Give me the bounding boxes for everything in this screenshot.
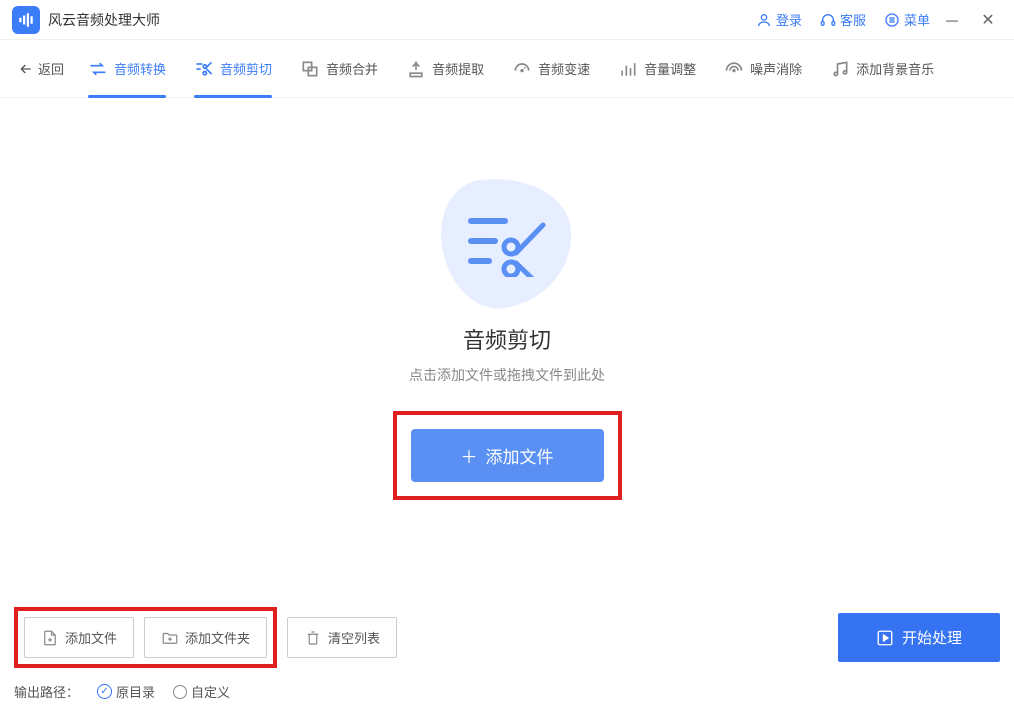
radio-icon bbox=[173, 685, 187, 699]
output-path-label: 输出路径： bbox=[14, 682, 79, 701]
headset-icon bbox=[820, 12, 836, 28]
clear-label: 清空列表 bbox=[328, 628, 380, 647]
menu-icon bbox=[884, 12, 900, 28]
output-original-label: 原目录 bbox=[116, 682, 155, 701]
tab-audio-cut[interactable]: 音频剪切 bbox=[184, 40, 282, 98]
start-process-button[interactable]: 开始处理 bbox=[838, 613, 1000, 662]
tab-noise-remove[interactable]: 噪声消除 bbox=[714, 40, 812, 98]
highlight-box-secondary: 添加文件 添加文件夹 bbox=[14, 607, 277, 668]
add-file-label: 添加文件 bbox=[65, 628, 117, 647]
close-button[interactable]: ✕ bbox=[974, 10, 1002, 30]
scissors-icon bbox=[194, 59, 214, 79]
start-label: 开始处理 bbox=[902, 627, 962, 648]
drop-title: 音频剪切 bbox=[463, 323, 551, 355]
arrow-left-icon bbox=[18, 61, 34, 77]
tab-audio-extract[interactable]: 音频提取 bbox=[396, 40, 494, 98]
add-file-main-button[interactable]: ＋ 添加文件 bbox=[411, 429, 604, 482]
tab-audio-convert[interactable]: 音频转换 bbox=[78, 40, 176, 98]
equalizer-icon bbox=[618, 59, 638, 79]
tab-audio-merge[interactable]: 音频合并 bbox=[290, 40, 388, 98]
login-label: 登录 bbox=[776, 10, 802, 29]
support-label: 客服 bbox=[840, 10, 866, 29]
check-icon: ✓ bbox=[97, 684, 112, 699]
tab-label: 音量调整 bbox=[644, 59, 696, 78]
menu-label: 菜单 bbox=[904, 10, 930, 29]
minimize-button[interactable]: － bbox=[938, 8, 966, 32]
back-button[interactable]: 返回 bbox=[12, 59, 70, 78]
music-icon bbox=[830, 59, 850, 79]
clear-list-button[interactable]: 清空列表 bbox=[287, 617, 397, 658]
back-label: 返回 bbox=[38, 59, 64, 78]
tab-label: 音频提取 bbox=[432, 59, 484, 78]
drop-subtitle: 点击添加文件或拖拽文件到此处 bbox=[409, 365, 605, 385]
tab-label: 音频转换 bbox=[114, 59, 166, 78]
extract-icon bbox=[406, 59, 426, 79]
plus-icon: ＋ bbox=[461, 443, 478, 468]
support-button[interactable]: 客服 bbox=[820, 10, 866, 29]
tab-volume-adjust[interactable]: 音量调整 bbox=[608, 40, 706, 98]
noise-icon bbox=[724, 59, 744, 79]
drop-zone[interactable]: 音频剪切 点击添加文件或拖拽文件到此处 ＋ 添加文件 bbox=[0, 98, 1014, 578]
play-icon bbox=[876, 629, 894, 647]
output-custom-radio[interactable]: 自定义 bbox=[173, 682, 230, 701]
add-file-main-label: 添加文件 bbox=[486, 443, 554, 468]
file-plus-icon bbox=[41, 629, 59, 647]
merge-icon bbox=[300, 59, 320, 79]
cut-illustration bbox=[442, 177, 572, 307]
highlight-box-primary: ＋ 添加文件 bbox=[393, 411, 622, 500]
add-folder-label: 添加文件夹 bbox=[185, 628, 250, 647]
add-file-button[interactable]: 添加文件 bbox=[24, 617, 134, 658]
output-custom-label: 自定义 bbox=[191, 682, 230, 701]
tab-add-bgm[interactable]: 添加背景音乐 bbox=[820, 40, 944, 98]
tab-label: 音频变速 bbox=[538, 59, 590, 78]
tab-label: 噪声消除 bbox=[750, 59, 802, 78]
tab-audio-speed[interactable]: 音频变速 bbox=[502, 40, 600, 98]
output-original-radio[interactable]: ✓ 原目录 bbox=[97, 682, 155, 701]
add-folder-button[interactable]: 添加文件夹 bbox=[144, 617, 267, 658]
folder-plus-icon bbox=[161, 629, 179, 647]
login-button[interactable]: 登录 bbox=[756, 10, 802, 29]
trash-icon bbox=[304, 629, 322, 647]
tab-label: 音频剪切 bbox=[220, 59, 272, 78]
tab-label: 音频合并 bbox=[326, 59, 378, 78]
tab-label: 添加背景音乐 bbox=[856, 59, 934, 78]
menu-button[interactable]: 菜单 bbox=[884, 10, 930, 29]
speed-icon bbox=[512, 59, 532, 79]
app-title: 风云音频处理大师 bbox=[48, 10, 160, 30]
app-logo bbox=[12, 6, 40, 34]
convert-icon bbox=[88, 59, 108, 79]
user-icon bbox=[756, 12, 772, 28]
